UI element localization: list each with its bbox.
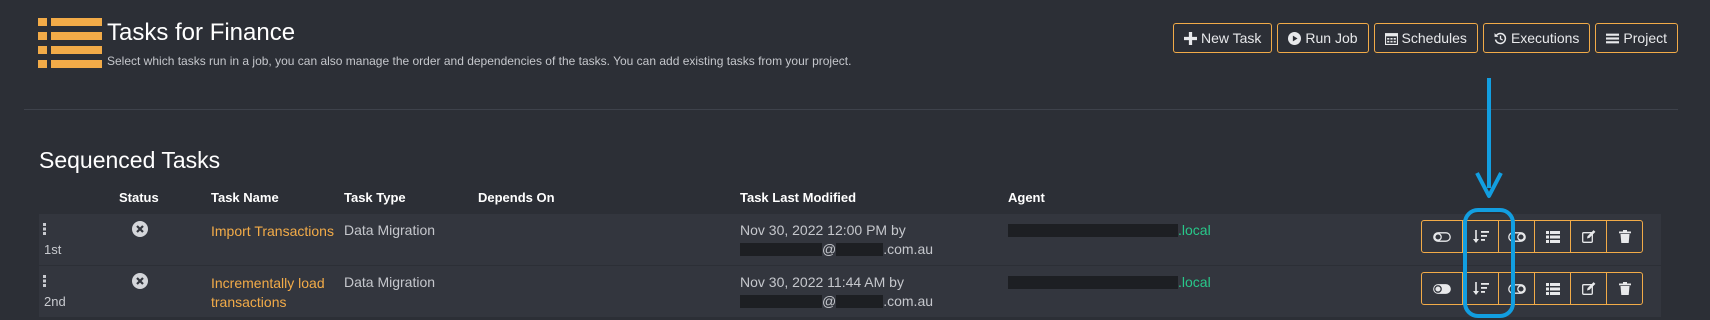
plus-icon (1183, 31, 1197, 45)
list-icon (1545, 282, 1560, 295)
table-row: 1st Import Transactions Data Migration N… (39, 214, 1661, 265)
agent-cell: .local (1008, 222, 1211, 238)
header-divider (24, 109, 1678, 110)
page-title: Tasks for Finance (107, 19, 296, 46)
sort-order-icon (1472, 229, 1489, 243)
delete-button[interactable] (1606, 272, 1643, 305)
drag-handle-icon[interactable] (43, 223, 47, 235)
table-row: 2nd Incrementally load transactions Data… (39, 266, 1661, 317)
agent-cell: .local (1008, 274, 1211, 290)
project-label: Project (1623, 30, 1667, 46)
page-subtitle: Select which tasks run in a job, you can… (107, 54, 852, 68)
sort-order-button[interactable] (1462, 220, 1499, 253)
column-status: Status (119, 190, 159, 205)
modified-by: @ .com.au (740, 241, 933, 257)
calendar-icon (1384, 32, 1398, 45)
sort-order-icon (1472, 281, 1489, 295)
row-order: 1st (44, 242, 62, 257)
new-task-button[interactable]: New Task (1172, 23, 1273, 53)
drag-handle-icon[interactable] (43, 275, 47, 287)
task-type: Data Migration (344, 274, 436, 290)
redacted-text (836, 242, 884, 256)
modified-by-at: @ (822, 293, 837, 309)
agent-suffix: .local (1178, 274, 1211, 290)
run-job-label: Run Job (1305, 30, 1358, 46)
column-task-type: Task Type (344, 190, 406, 205)
toggle-icon (1433, 283, 1451, 294)
x-circle-icon (132, 273, 148, 289)
run-job-button[interactable]: Run Job (1277, 23, 1369, 53)
trash-icon (1618, 282, 1631, 295)
toggle-icon (1507, 231, 1526, 242)
column-depends-on: Depends On (478, 190, 555, 205)
new-task-label: New Task (1200, 30, 1262, 46)
table-header: Status Task Name Task Type Depends On Ta… (39, 190, 1659, 210)
list-button[interactable] (1534, 272, 1571, 305)
row-actions (1421, 220, 1643, 253)
toggle-button[interactable] (1421, 272, 1463, 305)
column-agent: Agent (1008, 190, 1045, 205)
edit-button[interactable] (1570, 220, 1607, 253)
redacted-text (740, 294, 822, 308)
modified-by-domain: .com.au (883, 241, 934, 257)
edit-icon (1581, 230, 1595, 243)
toggle-icon (1507, 283, 1526, 294)
toggle-button[interactable] (1498, 272, 1535, 305)
sort-order-button[interactable] (1462, 272, 1499, 305)
column-task-last-modified: Task Last Modified (740, 190, 857, 205)
modified-date: Nov 30, 2022 12:00 PM by (740, 222, 906, 238)
section-title: Sequenced Tasks (39, 147, 221, 173)
schedules-button[interactable]: Schedules (1373, 23, 1478, 53)
modified-by-domain: .com.au (883, 293, 934, 309)
modified-date: Nov 30, 2022 11:44 AM by (740, 274, 904, 290)
delete-button[interactable] (1606, 220, 1643, 253)
toolbar: New Task Run Job Schedules Executions Pr… (1172, 23, 1678, 53)
task-name-link[interactable]: Import Transactions (211, 222, 337, 241)
toggle-button[interactable] (1498, 220, 1535, 253)
toggle-icon (1433, 231, 1451, 242)
history-icon (1494, 32, 1507, 44)
play-circle-icon (1288, 31, 1302, 45)
redacted-text (1008, 275, 1178, 289)
trash-icon (1618, 230, 1631, 243)
list-icon (1545, 230, 1560, 243)
edit-button[interactable] (1570, 272, 1607, 305)
executions-button[interactable]: Executions (1482, 23, 1591, 53)
modified-by: @ .com.au (740, 293, 933, 309)
list-icon (38, 18, 102, 68)
row-order: 2nd (44, 294, 66, 309)
schedules-label: Schedules (1401, 30, 1467, 46)
project-button[interactable]: Project (1595, 23, 1678, 53)
executions-label: Executions (1510, 30, 1580, 46)
redacted-text (836, 294, 884, 308)
bars-icon (1606, 33, 1620, 43)
row-actions (1421, 272, 1643, 305)
toggle-button[interactable] (1421, 220, 1463, 253)
modified-by-at: @ (822, 241, 837, 257)
x-circle-icon (132, 221, 148, 237)
redacted-text (1008, 223, 1178, 237)
edit-icon (1581, 282, 1595, 295)
column-task-name: Task Name (211, 190, 279, 205)
redacted-text (740, 242, 822, 256)
task-name-link[interactable]: Incrementally load transactions (211, 274, 337, 312)
agent-suffix: .local (1178, 222, 1211, 238)
task-type: Data Migration (344, 222, 436, 238)
list-button[interactable] (1534, 220, 1571, 253)
